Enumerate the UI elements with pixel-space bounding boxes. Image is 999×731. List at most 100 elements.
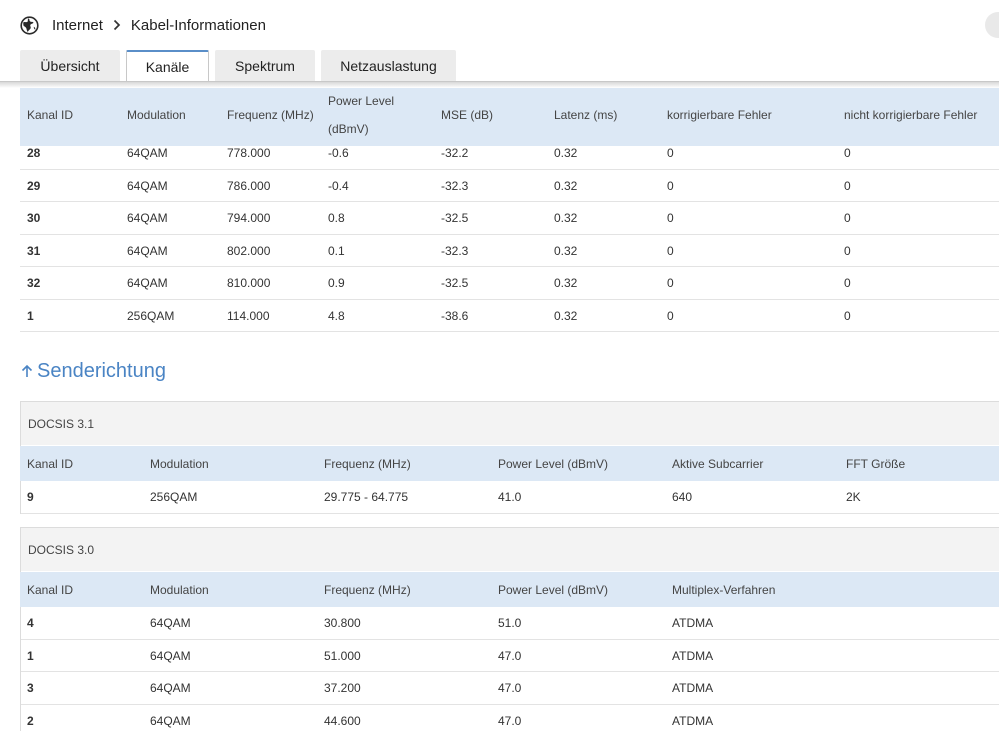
table-cell: 640	[672, 490, 693, 504]
arrow-up-icon	[20, 363, 34, 379]
table-cell: 0.1	[328, 243, 345, 258]
breadcrumb-internet[interactable]: Internet	[52, 17, 103, 34]
table-cell: 0	[844, 178, 851, 193]
table-cell: 114.000	[227, 308, 270, 323]
table-cell: 4	[27, 616, 34, 630]
table-cell: 0	[844, 243, 851, 258]
table-row: 29 64QAM 786.000 -0.4 -32.3 0.32 0 0	[20, 170, 999, 202]
table-row: 3 64QAM 37.200 47.0 ATDMA	[20, 672, 999, 705]
col-power-level: Power Level	[328, 94, 395, 108]
col-modulation: Modulation	[127, 108, 186, 122]
table-cell: 0	[844, 211, 851, 225]
table-cell: 810.000	[227, 276, 271, 290]
table-cell: 51.000	[324, 648, 361, 663]
col-frequenz: Frequenz (MHz)	[324, 457, 411, 471]
table-cell: 794.000	[227, 211, 271, 225]
table-cell: 1	[27, 648, 34, 663]
table-cell: 47.0	[498, 648, 522, 663]
col-fft-groesse: FFT Größe	[846, 457, 906, 471]
table-row: 30 64QAM 794.000 0.8 -32.5 0.32 0 0	[20, 202, 999, 235]
col-modulation: Modulation	[150, 583, 209, 597]
table-cell: -32.5	[441, 211, 469, 225]
table-cell: 802.000	[227, 243, 271, 258]
help-button[interactable]	[985, 12, 999, 38]
tab-spektrum[interactable]: Spektrum	[215, 50, 315, 82]
table-cell: 44.600	[324, 713, 361, 728]
table-cell: 0.32	[554, 276, 578, 290]
table-cell: 0.8	[328, 211, 345, 225]
table-cell: 47.0	[498, 713, 522, 728]
section-title-text: Senderichtung	[37, 359, 166, 382]
tab-netzauslastung[interactable]: Netzauslastung	[321, 50, 456, 82]
table-cell: 0.9	[328, 276, 345, 290]
table-cell: -0.4	[328, 178, 349, 193]
col-frequenz: Frequenz (MHz)	[227, 108, 314, 122]
table-cell: ATDMA	[672, 648, 714, 663]
table-row: 2 64QAM 44.600 47.0 ATDMA	[20, 705, 999, 731]
table-cell: 0	[844, 308, 851, 323]
table-cell: 0	[667, 276, 674, 290]
tab-kanaele[interactable]: Kanäle	[126, 50, 209, 82]
table-cell: 3	[27, 681, 34, 695]
col-power-level-unit: (dBmV)	[328, 122, 369, 136]
downstream-table-header: Kanal ID Modulation Frequenz (MHz) Power…	[20, 88, 999, 146]
tab-uebersicht[interactable]: Übersicht	[20, 50, 120, 82]
table-cell: 2	[27, 713, 34, 728]
table-row: 4 64QAM 30.800 51.0 ATDMA	[20, 607, 999, 640]
table-cell: 64QAM	[127, 211, 168, 225]
breadcrumb-current: Kabel-Informationen	[130, 16, 266, 34]
table-row: 32 64QAM 810.000 0.9 -32.5 0.32 0 0	[20, 267, 999, 300]
docsis30-table-header: Kanal ID Modulation Frequenz (MHz) Power…	[20, 572, 999, 607]
table-cell: 256QAM	[150, 490, 198, 504]
col-power-level: Power Level (dBmV)	[498, 583, 609, 597]
col-multiplex-verfahren: Multiplex-Verfahren	[672, 583, 776, 597]
table-row: 9 256QAM 29.775 - 64.775 41.0 640 2K	[20, 481, 999, 514]
col-aktive-subcarrier: Aktive Subcarrier	[672, 457, 764, 471]
col-kanal-id: Kanal ID	[27, 583, 74, 597]
table-cell: 29.775 - 64.775	[324, 490, 409, 504]
table-cell: 64QAM	[127, 178, 168, 193]
col-korrigierbare-fehler: korrigierbare Fehler	[667, 108, 772, 122]
table-cell: 64QAM	[127, 276, 168, 290]
table-cell: ATDMA	[672, 713, 714, 728]
table-cell: 0	[667, 243, 674, 258]
table-cell: 0.32	[554, 178, 578, 193]
table-cell: 4.8	[328, 308, 345, 323]
table-cell: 0.32	[554, 308, 578, 323]
col-nicht-korrigierbare-fehler: nicht korrigierbare Fehler	[844, 108, 978, 122]
table-cell: ATDMA	[672, 616, 714, 630]
table-cell: 41.0	[498, 490, 522, 504]
table-cell: 0.32	[554, 211, 578, 225]
table-cell: -32.5	[441, 276, 469, 290]
docsis30-label: DOCSIS 3.0	[20, 527, 999, 571]
docsis31-table-header: Kanal ID Modulation Frequenz (MHz) Power…	[20, 446, 999, 481]
table-cell: 47.0	[498, 681, 522, 695]
table-cell: 0	[667, 211, 674, 225]
table-cell: 64QAM	[150, 713, 191, 728]
col-power-level: Power Level (dBmV)	[498, 457, 609, 471]
table-cell: 37.200	[324, 681, 361, 695]
table-cell: 31	[27, 243, 41, 258]
col-frequenz: Frequenz (MHz)	[324, 583, 411, 597]
docsis30-border	[20, 527, 21, 731]
table-row: 1 256QAM 114.000 4.8 -38.6 0.32 0 0	[20, 300, 999, 332]
col-kanal-id: Kanal ID	[27, 108, 74, 122]
table-cell: 30.800	[324, 616, 361, 630]
section-title-senderichtung: Senderichtung	[20, 358, 166, 384]
table-cell: 64QAM	[150, 616, 191, 630]
col-kanal-id: Kanal ID	[27, 457, 74, 471]
table-row: 1 64QAM 51.000 47.0 ATDMA	[20, 640, 999, 672]
table-cell: 64QAM	[150, 648, 191, 663]
col-mse: MSE (dB)	[441, 108, 494, 122]
table-cell: 9	[27, 490, 34, 504]
table-cell: 0	[667, 308, 674, 323]
col-modulation: Modulation	[150, 457, 209, 471]
table-cell: 2K	[846, 490, 861, 504]
table-cell: 786.000	[227, 178, 271, 193]
table-cell: 51.0	[498, 616, 522, 630]
col-latenz: Latenz (ms)	[554, 108, 618, 122]
table-cell: 256QAM	[127, 308, 175, 323]
table-cell: 30	[27, 211, 41, 225]
table-cell: 32	[27, 276, 41, 290]
table-cell: -32.3	[441, 243, 469, 258]
